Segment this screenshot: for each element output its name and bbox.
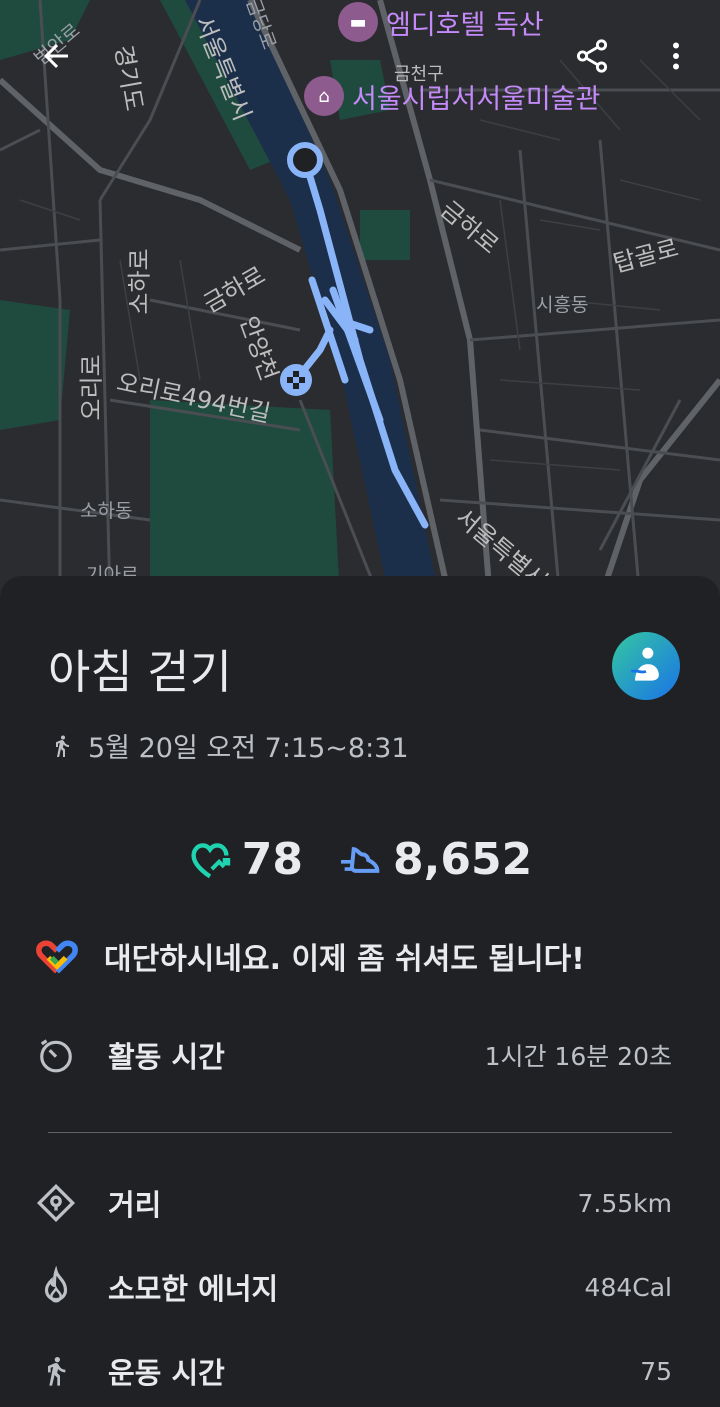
row-workout-time[interactable]: 운동 시간 75 xyxy=(36,1350,672,1392)
route-map[interactable]: ▬ 엠디호텔 독산 금천구 ⌂ 서울시립서서울미술관 금하로 탑골로 시흥동 금… xyxy=(0,0,720,600)
arrow-left-icon xyxy=(44,44,68,68)
walk-icon xyxy=(56,735,69,757)
museum-icon: ⌂ xyxy=(304,76,344,116)
more-vert-icon xyxy=(673,42,679,70)
walking-badge-icon xyxy=(612,632,680,700)
more-options-button[interactable] xyxy=(644,24,708,88)
timer-icon xyxy=(36,1035,76,1075)
poi-museum[interactable]: ⌂ 서울시립서서울미술관 xyxy=(304,76,600,116)
share-icon xyxy=(576,39,608,73)
google-fit-heart-icon xyxy=(36,940,78,974)
map-label: 오리로 xyxy=(77,354,106,421)
steps-count: 8,652 xyxy=(339,834,532,885)
poi-hotel[interactable]: ▬ 엠디호텔 독산 xyxy=(338,2,544,42)
back-button[interactable] xyxy=(24,24,88,88)
flame-icon xyxy=(36,1266,76,1307)
activity-title[interactable]: 아침 걷기 xyxy=(48,636,232,702)
map-label: 소하동 xyxy=(80,500,133,522)
hotel-icon: ▬ xyxy=(338,2,378,42)
metrics-row: 78 8,652 xyxy=(0,834,720,885)
row-distance[interactable]: 거리 7.55km xyxy=(36,1182,672,1224)
share-button[interactable] xyxy=(560,24,624,88)
route-start-marker xyxy=(287,142,323,178)
row-active-time[interactable]: 활동 시간 1시간 16분 20초 xyxy=(36,1034,672,1076)
distance-icon xyxy=(36,1183,76,1223)
heart-points: 78 xyxy=(188,834,303,885)
divider xyxy=(48,1132,672,1133)
activity-datetime: 5월 20일 오전 7:15~8:31 xyxy=(50,726,409,765)
row-energy[interactable]: 소모한 에너지 484Cal xyxy=(36,1266,672,1308)
activity-sheet: 아침 걷기 5월 20일 오전 7:15~8:31 78 8,652 대단하시네… xyxy=(0,576,720,1407)
map-label: 소하로 xyxy=(125,248,154,315)
map-label: 시흥동 xyxy=(536,294,589,316)
heart-points-icon xyxy=(191,842,230,878)
walk-icon xyxy=(36,1351,76,1391)
coach-message: 대단하시네요. 이제 좀 쉬셔도 됩니다! xyxy=(36,934,585,978)
steps-icon xyxy=(341,846,380,873)
